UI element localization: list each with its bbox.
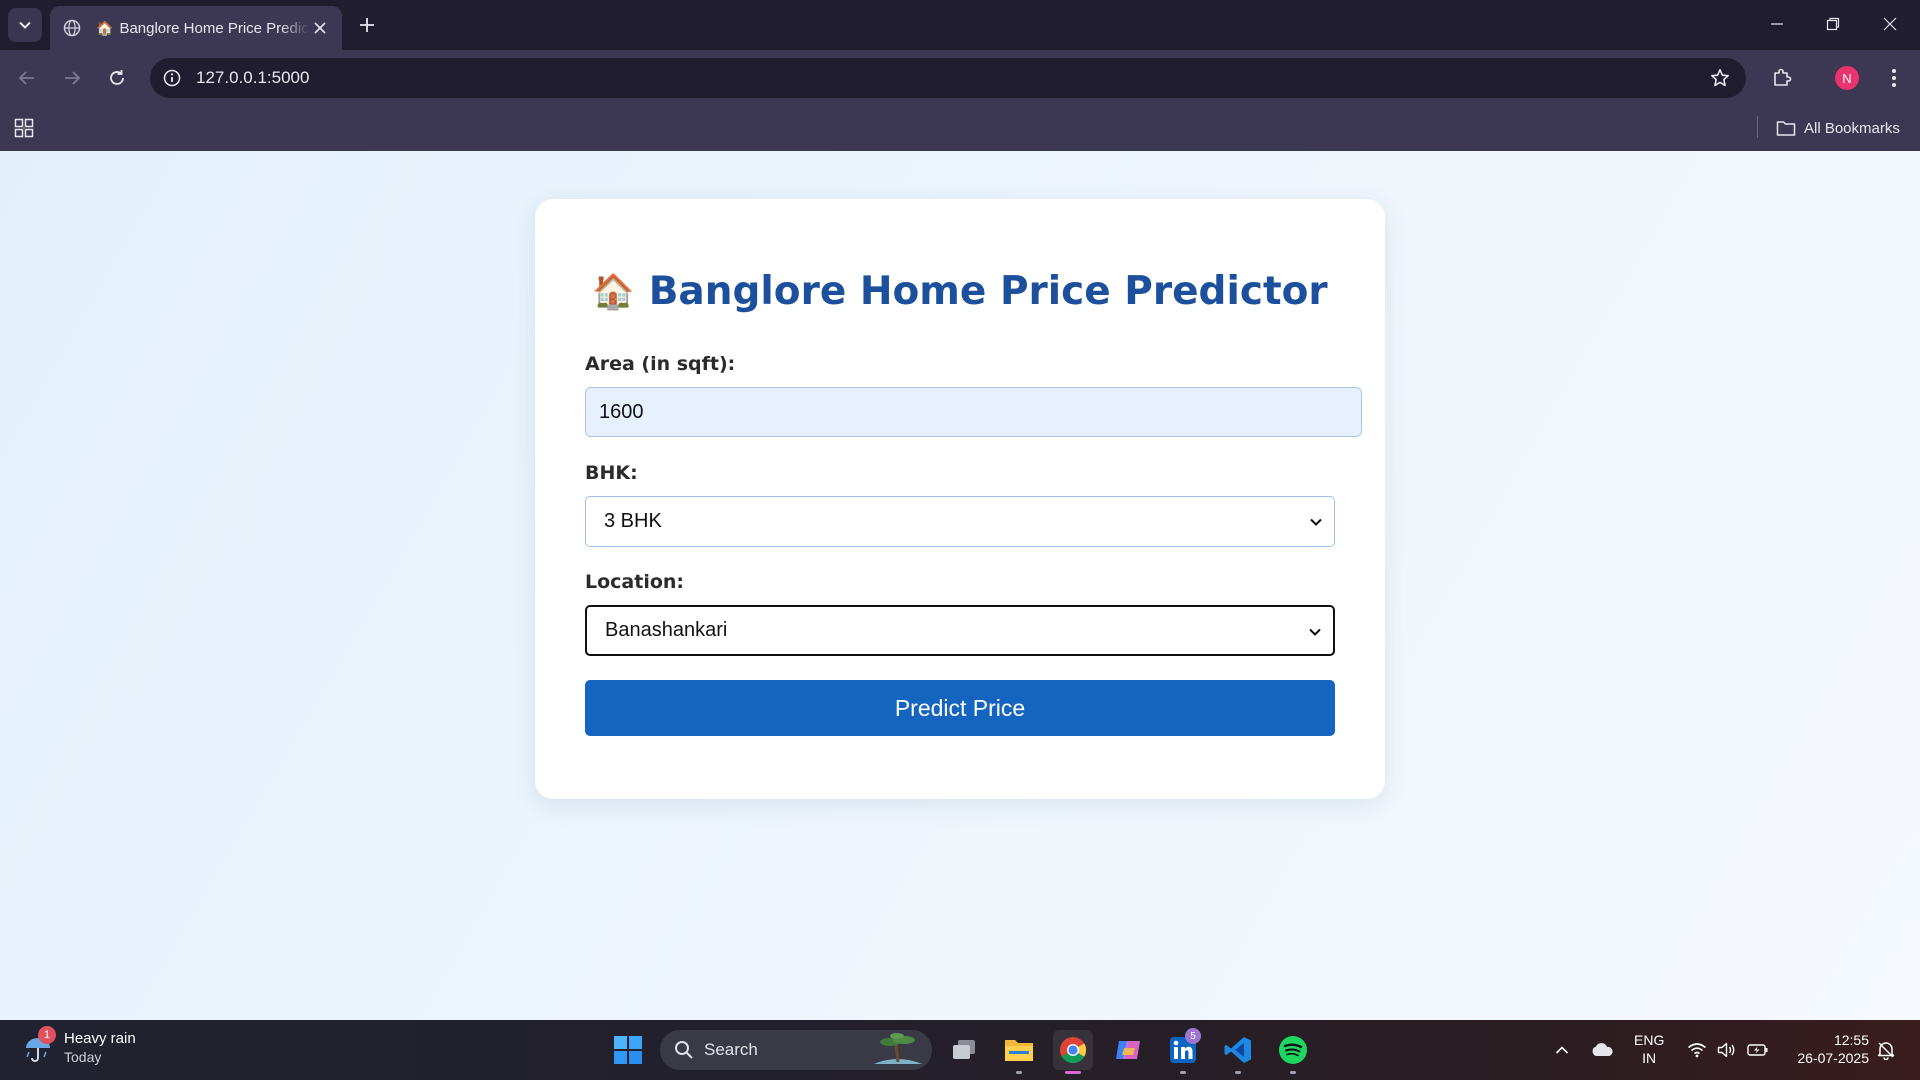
browser-toolbar: 127.0.0.1:5000 N — [0, 50, 1920, 106]
bhk-label: BHK: — [585, 462, 638, 484]
battery-charging-icon[interactable] — [1746, 1034, 1770, 1066]
wifi-icon[interactable] — [1686, 1034, 1708, 1066]
vscode-icon — [1224, 1037, 1251, 1063]
running-indicator — [1235, 1071, 1241, 1074]
address-bar[interactable]: 127.0.0.1:5000 — [150, 58, 1746, 98]
arrow-right-icon — [65, 71, 81, 85]
globe-icon — [62, 18, 82, 38]
clock-date: 26-07-2025 — [1797, 1050, 1869, 1066]
chevron-down-icon — [1308, 514, 1324, 530]
minimize-button[interactable] — [1757, 6, 1797, 42]
rain-umbrella-icon: 1 — [22, 1026, 56, 1064]
spotify-icon — [1279, 1036, 1307, 1064]
page-title-text: Banglore Home Price Predictor — [648, 269, 1328, 314]
restore-button[interactable] — [1813, 6, 1853, 42]
search-placeholder: Search — [704, 1040, 758, 1059]
all-bookmarks-button[interactable]: All Bookmarks — [1776, 115, 1900, 141]
task-view-button[interactable] — [944, 1030, 984, 1070]
close-window-button[interactable] — [1870, 6, 1910, 42]
region-code: IN — [1642, 1050, 1657, 1066]
forward-button[interactable] — [56, 62, 88, 94]
running-indicator — [1180, 1071, 1186, 1074]
clock-time: 12:55 — [1833, 1032, 1869, 1048]
active-indicator — [1065, 1071, 1081, 1074]
site-info-icon[interactable] — [160, 66, 184, 90]
location-label: Location: — [585, 571, 685, 593]
chevron-down-icon — [1307, 624, 1323, 640]
restore-icon — [1826, 17, 1840, 31]
browser-tab-active[interactable]: 🏠 Banglore Home Price Predictor — [50, 6, 342, 50]
notification-bell-icon[interactable] — [1874, 1034, 1898, 1066]
volume-icon[interactable] — [1716, 1034, 1738, 1066]
chevron-down-icon — [19, 21, 31, 29]
system-clock[interactable]: 12:55 26-07-2025 — [1785, 1031, 1869, 1067]
windows-logo-icon — [614, 1036, 642, 1064]
profile-avatar[interactable]: N — [1835, 66, 1859, 90]
linkedin-button[interactable]: 5 — [1163, 1028, 1203, 1074]
bookmark-star-icon[interactable] — [1708, 66, 1732, 90]
url-text[interactable]: 127.0.0.1:5000 — [196, 68, 309, 88]
running-indicator — [1290, 1071, 1296, 1074]
tab-search-button[interactable] — [8, 8, 42, 42]
tab-title: Banglore Home Price Predictor — [119, 19, 310, 37]
new-tab-button[interactable] — [352, 10, 382, 40]
windows-taskbar: 1 Heavy rain Today Search 5 ENG IN 12:55… — [0, 1020, 1920, 1080]
browser-tabstrip: 🏠 Banglore Home Price Predictor — [0, 0, 1920, 50]
weather-day: Today — [64, 1049, 102, 1065]
bhk-select[interactable]: 3 BHK — [585, 496, 1335, 547]
tab-favicon-house-icon: 🏠 — [96, 19, 114, 36]
search-highlight-tree-icon — [874, 1033, 922, 1064]
chrome-icon — [1060, 1037, 1087, 1064]
search-icon — [675, 1041, 693, 1059]
plus-icon — [360, 18, 374, 32]
file-explorer-button[interactable] — [999, 1030, 1039, 1074]
minimize-icon — [1771, 23, 1783, 25]
reload-button[interactable] — [101, 62, 133, 94]
weather-condition: Heavy rain — [64, 1030, 136, 1047]
more-vertical-icon — [1892, 69, 1896, 87]
copilot-button[interactable] — [1108, 1030, 1148, 1070]
browser-menu-button[interactable] — [1880, 62, 1908, 94]
taskbar-search[interactable]: Search — [660, 1030, 932, 1070]
weather-badge: 1 — [38, 1026, 56, 1044]
linkedin-badge: 5 — [1185, 1028, 1201, 1044]
weather-widget[interactable]: 1 Heavy rain Today — [22, 1026, 136, 1067]
bookmarks-bar: All Bookmarks — [0, 106, 1920, 151]
area-label: Area (in sqft): — [585, 353, 736, 375]
location-select[interactable]: Banashankari — [585, 605, 1335, 656]
back-button[interactable] — [11, 62, 43, 94]
reload-icon — [110, 70, 124, 85]
bhk-selected-value: 3 BHK — [604, 510, 662, 532]
close-icon — [1883, 17, 1897, 31]
windows-start-button[interactable] — [608, 1030, 648, 1070]
language-code: ENG — [1634, 1032, 1665, 1048]
copilot-icon — [1116, 1041, 1140, 1059]
spotify-button[interactable] — [1273, 1030, 1313, 1074]
predict-price-button[interactable]: Predict Price — [585, 680, 1335, 736]
language-indicator[interactable]: ENG IN — [1634, 1031, 1664, 1067]
all-bookmarks-label: All Bookmarks — [1804, 119, 1900, 137]
running-indicator — [1016, 1071, 1022, 1074]
predictor-card: 🏠 Banglore Home Price Predictor Area (in… — [535, 199, 1385, 799]
chevron-up-icon — [1555, 1046, 1569, 1054]
folder-icon — [1776, 121, 1796, 136]
task-view-icon — [953, 1040, 975, 1059]
page-title: 🏠 Banglore Home Price Predictor — [535, 269, 1385, 314]
onedrive-cloud-icon[interactable] — [1588, 1034, 1616, 1066]
apps-grid-icon[interactable] — [12, 116, 36, 140]
area-input[interactable] — [585, 387, 1362, 437]
arrow-left-icon — [18, 71, 34, 85]
puzzle-icon — [1774, 68, 1792, 86]
folder-icon — [1005, 1040, 1033, 1061]
page-viewport: 🏠 Banglore Home Price Predictor Area (in… — [0, 151, 1920, 1020]
extensions-button[interactable] — [1766, 62, 1798, 94]
show-hidden-icons-button[interactable] — [1552, 1034, 1572, 1066]
vscode-button[interactable] — [1218, 1030, 1258, 1074]
chrome-taskbar-button[interactable] — [1053, 1030, 1093, 1074]
close-tab-icon[interactable] — [310, 18, 330, 38]
bookmarks-separator — [1757, 116, 1758, 138]
house-emoji-icon: 🏠 — [592, 271, 635, 312]
location-selected-value: Banashankari — [605, 619, 728, 641]
